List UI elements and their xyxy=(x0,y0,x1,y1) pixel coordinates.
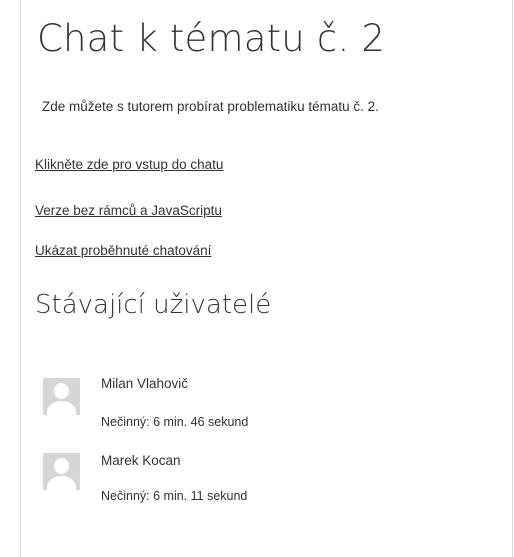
current-users-heading: Stávající uživatelé xyxy=(35,290,272,320)
user-name: Marek Kocan xyxy=(101,453,181,468)
past-sessions-link[interactable]: Ukázat proběhnuté chatování xyxy=(35,243,211,258)
user-name: Milan Vlahovič xyxy=(101,376,189,391)
no-frames-link[interactable]: Verze bez rámců a JavaScriptu xyxy=(35,203,222,218)
page-title: Chat k tématu č. 2 xyxy=(37,17,386,60)
avatar-icon xyxy=(43,378,80,415)
user-idle-time: Nečinný: 6 min. 46 sekund xyxy=(101,415,249,429)
intro-text: Zde můžete s tutorem probírat problemati… xyxy=(42,99,379,114)
avatar-icon xyxy=(43,453,80,490)
enter-chat-link[interactable]: Klikněte zde pro vstup do chatu xyxy=(35,157,223,172)
content-frame xyxy=(20,0,513,557)
user-idle-time: Nečinný: 6 min. 11 sekund xyxy=(101,489,248,503)
